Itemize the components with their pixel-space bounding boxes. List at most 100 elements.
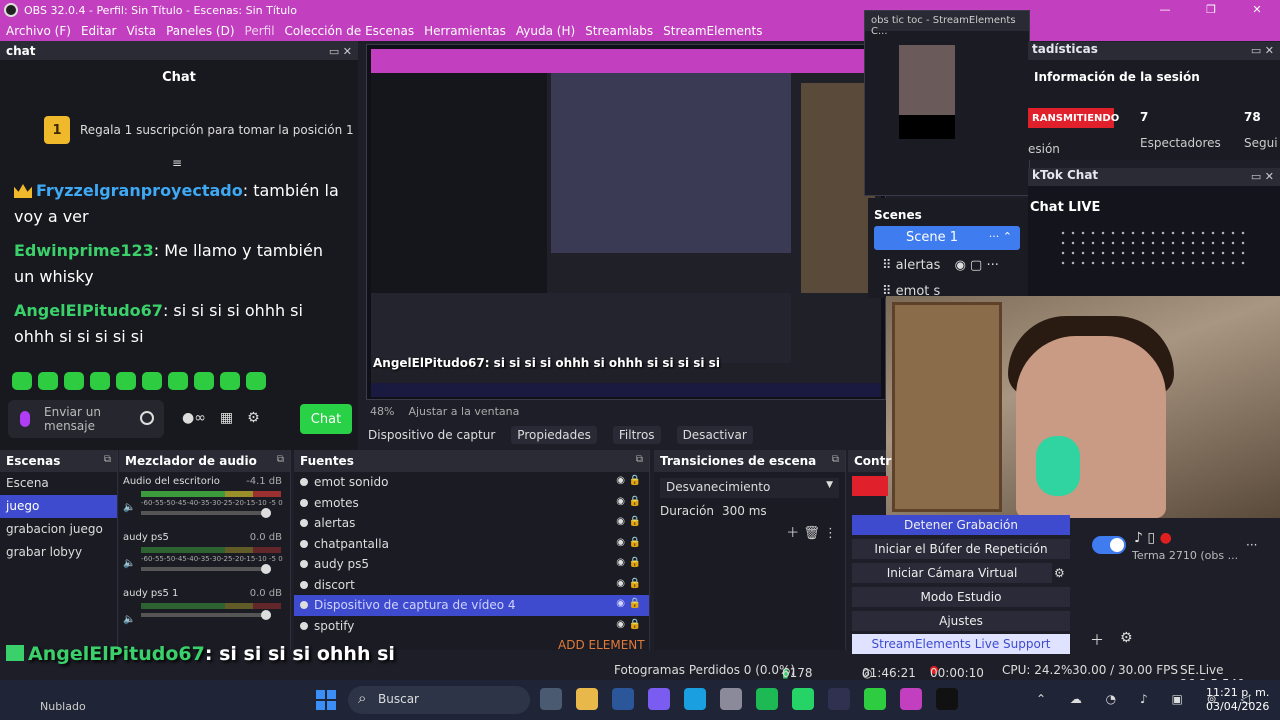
fit-window[interactable]: Ajustar a la ventana bbox=[408, 405, 519, 418]
slider-handle[interactable] bbox=[261, 564, 271, 574]
dock-controls[interactable]: ▭ ✕ bbox=[1251, 44, 1274, 57]
dock-float-icon[interactable]: ⧉ bbox=[104, 454, 111, 465]
lock-icon[interactable]: 🔒 bbox=[629, 516, 641, 527]
scene-1-item[interactable]: Scene 1 ··· ⌃ bbox=[874, 226, 1020, 250]
chat-username[interactable]: Fryzzelgranproyectado bbox=[36, 181, 243, 200]
menu-editar[interactable]: Editar bbox=[81, 24, 117, 38]
volume-slider[interactable] bbox=[141, 610, 271, 620]
menu-paneles[interactable]: Paneles (D) bbox=[166, 24, 234, 38]
microphone-icon[interactable] bbox=[20, 411, 30, 427]
dock-controls[interactable]: ▭ ✕ bbox=[1251, 170, 1274, 183]
emote-icon[interactable] bbox=[12, 372, 32, 390]
menu-vista[interactable]: Vista bbox=[126, 24, 156, 38]
emote-icon[interactable] bbox=[64, 372, 84, 390]
more-icon[interactable]: ⋮ bbox=[824, 526, 837, 541]
eye-icon[interactable]: ◉ bbox=[616, 516, 625, 527]
store-icon[interactable] bbox=[720, 688, 742, 710]
eye-icon[interactable]: ◉ bbox=[616, 598, 625, 609]
lock-icon[interactable]: ▢ bbox=[970, 258, 982, 273]
add-icon[interactable]: ＋ bbox=[786, 526, 799, 541]
dock-float-icon[interactable]: ⧉ bbox=[636, 454, 643, 465]
spotify-icon[interactable] bbox=[756, 688, 778, 710]
source-item[interactable]: discort ◉ 🔒 bbox=[294, 575, 649, 596]
tiktok-icon[interactable] bbox=[936, 688, 958, 710]
lock-icon[interactable]: 🔒 bbox=[629, 557, 641, 568]
chat-username[interactable]: AngelElPitudo67 bbox=[14, 301, 163, 320]
close-button[interactable]: ✕ bbox=[1234, 0, 1280, 20]
eye-icon[interactable]: ◉ bbox=[616, 557, 625, 568]
file-explorer-icon[interactable] bbox=[576, 688, 598, 710]
eye-icon[interactable]: ◉ bbox=[616, 578, 625, 589]
edge-icon[interactable] bbox=[684, 688, 706, 710]
deactivate-button[interactable]: Desactivar bbox=[676, 426, 753, 444]
chat-username[interactable]: Edwinprime123 bbox=[14, 241, 154, 260]
filters-button[interactable]: Filtros bbox=[612, 426, 661, 444]
lock-icon[interactable]: 🔒 bbox=[629, 578, 641, 589]
eye-icon[interactable]: ◉ bbox=[616, 475, 625, 486]
source-item[interactable]: chatpantalla ◉ 🔒 bbox=[294, 534, 649, 555]
more-icon[interactable]: ··· bbox=[986, 258, 998, 273]
copilot-icon[interactable] bbox=[648, 688, 670, 710]
gear-icon[interactable]: ⚙ bbox=[1054, 566, 1065, 580]
speaker-icon[interactable]: 🔈 bbox=[123, 558, 135, 569]
whatsapp-icon[interactable] bbox=[792, 688, 814, 710]
menu-coleccion[interactable]: Colección de Escenas bbox=[285, 24, 415, 38]
emote-icon[interactable] bbox=[168, 372, 188, 390]
transition-select[interactable]: Desvanecimiento ▼ bbox=[660, 478, 839, 498]
menu-streamlabs[interactable]: Streamlabs bbox=[585, 24, 653, 38]
pinned-gift-banner[interactable]: 1 Regala 1 suscripción para tomar la pos… bbox=[0, 100, 358, 160]
dock-float-icon[interactable]: ⧉ bbox=[277, 454, 284, 465]
lock-icon[interactable]: 🔒 bbox=[629, 598, 641, 609]
eye-icon[interactable]: ◉ bbox=[616, 537, 625, 548]
trash-icon[interactable]: 🗑 bbox=[803, 526, 820, 541]
lock-icon[interactable]: 🔒 bbox=[629, 496, 641, 507]
emote-icon[interactable] bbox=[38, 372, 58, 390]
scene-item[interactable]: Escena bbox=[0, 472, 117, 495]
add-element-button[interactable]: ADD ELEMENT bbox=[558, 638, 645, 652]
lock-icon[interactable]: 🔒 bbox=[629, 537, 641, 548]
eye-icon[interactable]: ◉ bbox=[616, 619, 625, 630]
emote-icon[interactable] bbox=[142, 372, 162, 390]
slider-handle[interactable] bbox=[261, 508, 271, 518]
studio-mode-button[interactable]: Modo Estudio bbox=[852, 587, 1070, 607]
duration-input[interactable]: 300 ms bbox=[722, 504, 767, 518]
weather-widget[interactable]: Nublado bbox=[18, 686, 86, 713]
emote-icon[interactable] bbox=[194, 372, 214, 390]
gear-icon[interactable]: ⚙ bbox=[1120, 630, 1133, 646]
scene-source-row[interactable]: ⠿ alertas ◉ ▢ ··· bbox=[882, 258, 999, 273]
scene-item-selected[interactable]: juego bbox=[0, 495, 117, 518]
zoom-level[interactable]: 48% bbox=[370, 405, 394, 418]
properties-button[interactable]: Propiedades bbox=[511, 426, 597, 444]
source-item[interactable]: spotify ◉ 🔒 bbox=[294, 616, 649, 637]
speaker-icon[interactable]: 🔈 bbox=[123, 502, 135, 513]
se-live-support-button[interactable]: StreamElements Live Support bbox=[852, 634, 1070, 654]
scene-item[interactable]: grabar lobyy bbox=[0, 541, 117, 564]
clock[interactable]: 11:21 p. m. 03/04/2026 bbox=[1206, 686, 1269, 714]
menu-ayuda[interactable]: Ayuda (H) bbox=[516, 24, 575, 38]
chat-input[interactable]: Enviar un mensaje bbox=[8, 400, 164, 438]
slider-handle[interactable] bbox=[261, 610, 271, 620]
virtual-camera-button[interactable]: Iniciar Cámara Virtual bbox=[852, 563, 1052, 583]
menu-archivo[interactable]: Archivo (F) bbox=[6, 24, 71, 38]
expand-chevron-icon[interactable]: ≡ bbox=[172, 156, 182, 170]
streamlabs-icon[interactable] bbox=[900, 688, 922, 710]
tiktok-toggle[interactable] bbox=[1092, 536, 1126, 554]
source-item-selected[interactable]: Dispositivo de captura de vídeo 4 ◉ 🔒 bbox=[294, 595, 649, 616]
emote-icon[interactable] bbox=[116, 372, 136, 390]
source-item[interactable]: emotes ◉ 🔒 bbox=[294, 493, 649, 514]
dock-controls[interactable]: ▭ ✕ bbox=[329, 45, 352, 58]
source-item[interactable]: alertas ◉ 🔒 bbox=[294, 513, 649, 534]
volume-slider[interactable] bbox=[141, 564, 271, 574]
add-icon[interactable]: ＋ bbox=[1090, 630, 1104, 650]
volume-slider[interactable] bbox=[141, 508, 271, 518]
eye-icon[interactable]: ◉ bbox=[616, 496, 625, 507]
taskbar-search[interactable]: Buscar bbox=[348, 686, 530, 714]
windows-start-icon[interactable] bbox=[316, 690, 336, 710]
settings-button[interactable]: Ajustes bbox=[852, 611, 1070, 631]
task-view-icon[interactable] bbox=[540, 688, 562, 710]
settings-icon[interactable]: ⚙ bbox=[247, 410, 260, 426]
emoji-icon[interactable] bbox=[140, 411, 154, 425]
preview-canvas[interactable]: AngelElPitudo67: si si si si ohhh si ohh… bbox=[366, 44, 886, 400]
lock-icon[interactable]: 🔒 bbox=[629, 475, 641, 486]
bits-icon[interactable]: ●∞ bbox=[182, 410, 206, 426]
